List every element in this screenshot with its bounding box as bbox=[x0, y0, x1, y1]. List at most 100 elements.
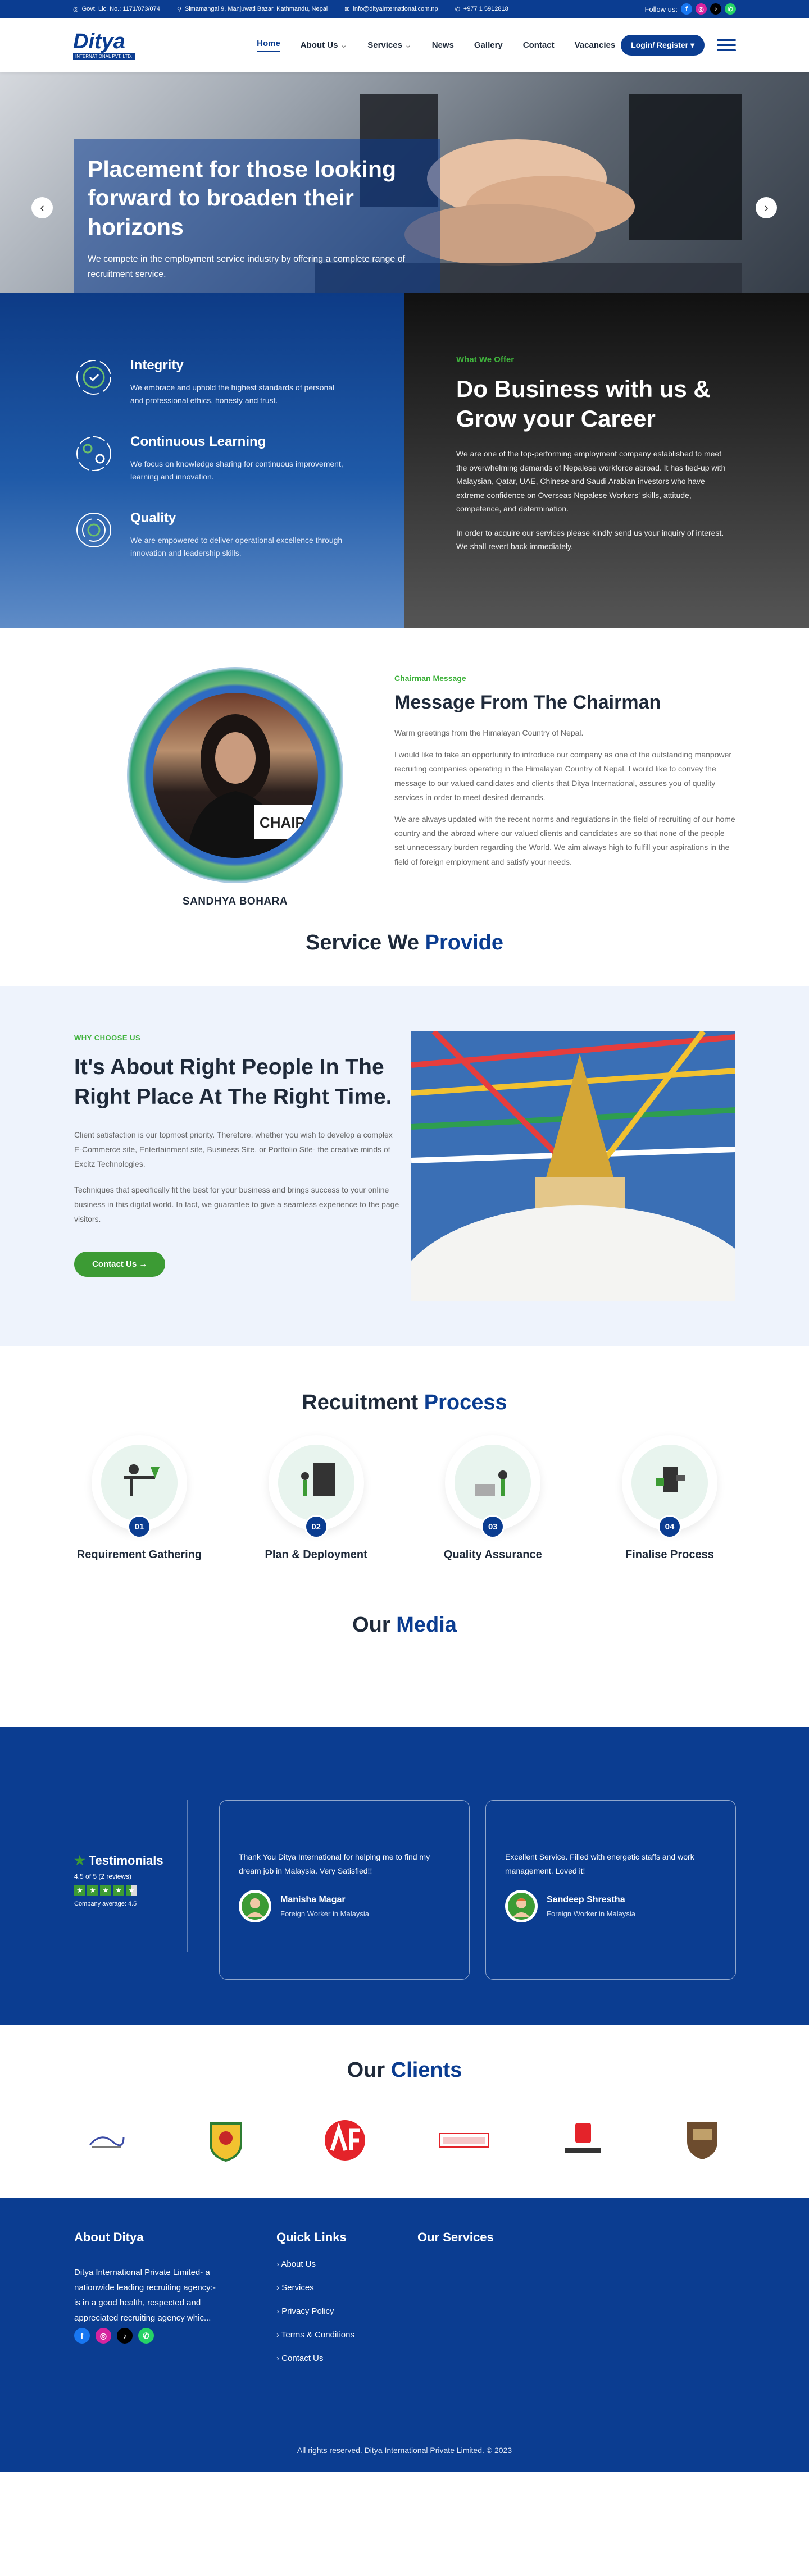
chevron-left-icon: ‹ bbox=[40, 200, 44, 214]
tiktok-icon[interactable]: ♪ bbox=[117, 2328, 133, 2344]
why-paragraph: Techniques that specifically fit the bes… bbox=[74, 1185, 399, 1223]
quality-icon bbox=[76, 513, 111, 548]
footer-about-text: Ditya International Private Limited- a n… bbox=[74, 2268, 216, 2323]
value-text: We focus on knowledge sharing for contin… bbox=[130, 459, 343, 482]
footer-about-title: About Ditya bbox=[74, 2230, 144, 2244]
step-label: Requirement Gathering bbox=[76, 1549, 202, 1561]
testimonial-text: Excellent Service. Filled with energetic… bbox=[505, 1852, 694, 1875]
copyright: All rights reserved. Ditya International… bbox=[297, 2446, 512, 2455]
contact-us-button[interactable]: Contact Us → bbox=[74, 1252, 166, 1277]
rating-text: 4.5 of 5 (2 reviews) bbox=[74, 1872, 132, 1880]
login-register-button[interactable]: Login/ Register ▾ bbox=[621, 34, 705, 56]
client-logo bbox=[674, 2115, 730, 2166]
whatsapp-icon[interactable]: ✆ bbox=[725, 3, 736, 15]
testimonials-section: ★ Testimonials 4.5 of 5 (2 reviews) ★ ★ ★ ★ ★… bbox=[0, 1727, 809, 2025]
instagram-icon[interactable]: ◎ bbox=[696, 3, 707, 15]
value-title: Quality bbox=[130, 510, 176, 526]
values-offer-section: Integrity We embrace and uphold the highe… bbox=[0, 293, 809, 628]
phone-link[interactable]: ✆ +977 1 5912818 bbox=[455, 6, 508, 13]
chairman-name: SANDHYA BOHARA bbox=[182, 896, 288, 907]
offer-title: Do Business with us & Grow your Career bbox=[456, 376, 711, 432]
hero-title: Placement for those looking forward to b… bbox=[88, 156, 397, 240]
site-header: Ditya INTERNATIONAL PVT. LTD. Home About… bbox=[0, 18, 809, 72]
footer-link-privacy[interactable]: Privacy Policy bbox=[276, 2306, 354, 2316]
instagram-icon[interactable]: ◎ bbox=[96, 2328, 111, 2344]
arrow-right-icon: → bbox=[139, 1259, 148, 1269]
whatsapp-icon[interactable]: ✆ bbox=[138, 2328, 154, 2344]
footer-link-services[interactable]: Services bbox=[276, 2283, 354, 2292]
nav-news[interactable]: News bbox=[432, 40, 454, 50]
prev-slide-button[interactable]: ‹ bbox=[31, 197, 53, 218]
footer-services-title: Our Services bbox=[417, 2230, 494, 2244]
client-logo bbox=[79, 2115, 135, 2166]
nav-services[interactable]: Services bbox=[367, 40, 411, 50]
what-we-offer: What We Offer Do Business with us & Grow… bbox=[404, 293, 809, 628]
main-nav: Home About Us Services News Gallery Cont… bbox=[257, 39, 615, 52]
phone-icon: ✆ bbox=[455, 6, 460, 13]
tiktok-icon[interactable]: ♪ bbox=[710, 3, 721, 15]
chairman-paragraph: Warm greetings from the Himalayan Countr… bbox=[394, 728, 584, 737]
company-average: Company average: 4.5 bbox=[74, 1901, 137, 1907]
logo-text: Ditya bbox=[73, 29, 125, 53]
nav-contact[interactable]: Contact bbox=[523, 40, 555, 50]
facebook-icon[interactable]: f bbox=[681, 3, 692, 15]
step-number: 02 bbox=[304, 1515, 328, 1538]
testimonial-name: Manisha Magar bbox=[280, 1894, 346, 1904]
star-icon: ★ bbox=[74, 1853, 85, 1867]
site-logo[interactable]: Ditya INTERNATIONAL PVT. LTD. bbox=[73, 24, 146, 66]
next-slide-button[interactable]: › bbox=[756, 197, 777, 218]
top-bar: ◎ Govt. Lic. No.: 1171/073/074 ⚲ Simamanga… bbox=[0, 0, 809, 18]
avatar bbox=[505, 1890, 538, 1922]
value-text: We are empowered to deliver operational … bbox=[130, 536, 343, 558]
mail-icon: ✉ bbox=[344, 6, 350, 13]
nav-vacancies[interactable]: Vacancies bbox=[575, 40, 616, 50]
value-title: Continuous Learning bbox=[130, 434, 266, 450]
person-icon: ⚲ bbox=[176, 6, 181, 13]
chairman-paragraph: I would like to take an opportunity to i… bbox=[394, 750, 732, 802]
testimonial-role: Foreign Worker in Malaysia bbox=[280, 1909, 369, 1918]
chairman-label: Chairman Message bbox=[394, 674, 466, 683]
chairman-photo: CHAIR bbox=[153, 693, 318, 858]
nav-about-us[interactable]: About Us bbox=[301, 40, 347, 50]
menu-icon[interactable] bbox=[717, 39, 736, 51]
step-label: Plan & Deployment bbox=[265, 1549, 367, 1561]
stupa-image bbox=[411, 1031, 735, 1301]
footer-link-terms[interactable]: Terms & Conditions bbox=[276, 2330, 354, 2340]
process-step: 01 Requirement Gathering bbox=[66, 1435, 212, 1561]
license-info: ◎ Govt. Lic. No.: 1171/073/074 bbox=[73, 6, 160, 13]
site-footer: About Ditya Ditya International Private … bbox=[0, 2198, 809, 2472]
value-text: We embrace and uphold the highest standa… bbox=[130, 383, 335, 405]
testimonial-role: Foreign Worker in Malaysia bbox=[547, 1909, 635, 1918]
footer-links: About Us Services Privacy Policy Terms &… bbox=[276, 2259, 354, 2377]
services-heading: Service We Provide bbox=[305, 931, 504, 954]
value-quality: Quality We are empowered to deliver opera… bbox=[74, 510, 404, 560]
step-number: 01 bbox=[128, 1515, 151, 1538]
nav-home[interactable]: Home bbox=[257, 39, 280, 52]
footer-link-about[interactable]: About Us bbox=[276, 2259, 354, 2269]
nav-gallery[interactable]: Gallery bbox=[474, 40, 503, 50]
value-title: Integrity bbox=[130, 358, 184, 373]
client-logo bbox=[436, 2115, 492, 2166]
footer-social: f ◎ ♪ ✆ bbox=[74, 2328, 154, 2344]
client-logos bbox=[0, 2115, 809, 2166]
chairman-title: Message From The Chairman bbox=[394, 692, 661, 713]
facebook-icon[interactable]: f bbox=[74, 2328, 90, 2344]
offer-paragraph: In order to acquire our services please … bbox=[456, 528, 724, 551]
learning-icon bbox=[76, 436, 111, 472]
client-logo bbox=[555, 2115, 611, 2166]
footer-link-contact[interactable]: Contact Us bbox=[276, 2354, 354, 2363]
finalise-illustration-icon bbox=[631, 1445, 708, 1521]
footer-links-title: Quick Links bbox=[276, 2230, 347, 2244]
value-integrity: Integrity We embrace and uphold the highe… bbox=[74, 358, 404, 407]
chairman-section: CHAIR SANDHYA BOHARA Chairman Message Me… bbox=[0, 628, 809, 931]
hero-caption: Placement for those looking forward to b… bbox=[74, 139, 440, 302]
testimonial-name: Sandeep Shrestha bbox=[547, 1894, 625, 1904]
chairman-paragraph: We are always updated with the recent no… bbox=[394, 814, 735, 866]
email-link[interactable]: ✉ info@dityainternational.com.np bbox=[344, 6, 438, 13]
chevron-right-icon: › bbox=[764, 200, 769, 214]
step-number: 03 bbox=[481, 1515, 505, 1538]
testimonials-summary: ★ Testimonials 4.5 of 5 (2 reviews) ★ ★ ★ ★ ★… bbox=[74, 1853, 163, 1907]
value-continuous-learning: Continuous Learning We focus on knowledge… bbox=[74, 434, 404, 483]
clients-heading: Our Clients bbox=[347, 2058, 462, 2082]
hero-text: We compete in the employment service ind… bbox=[88, 254, 406, 279]
